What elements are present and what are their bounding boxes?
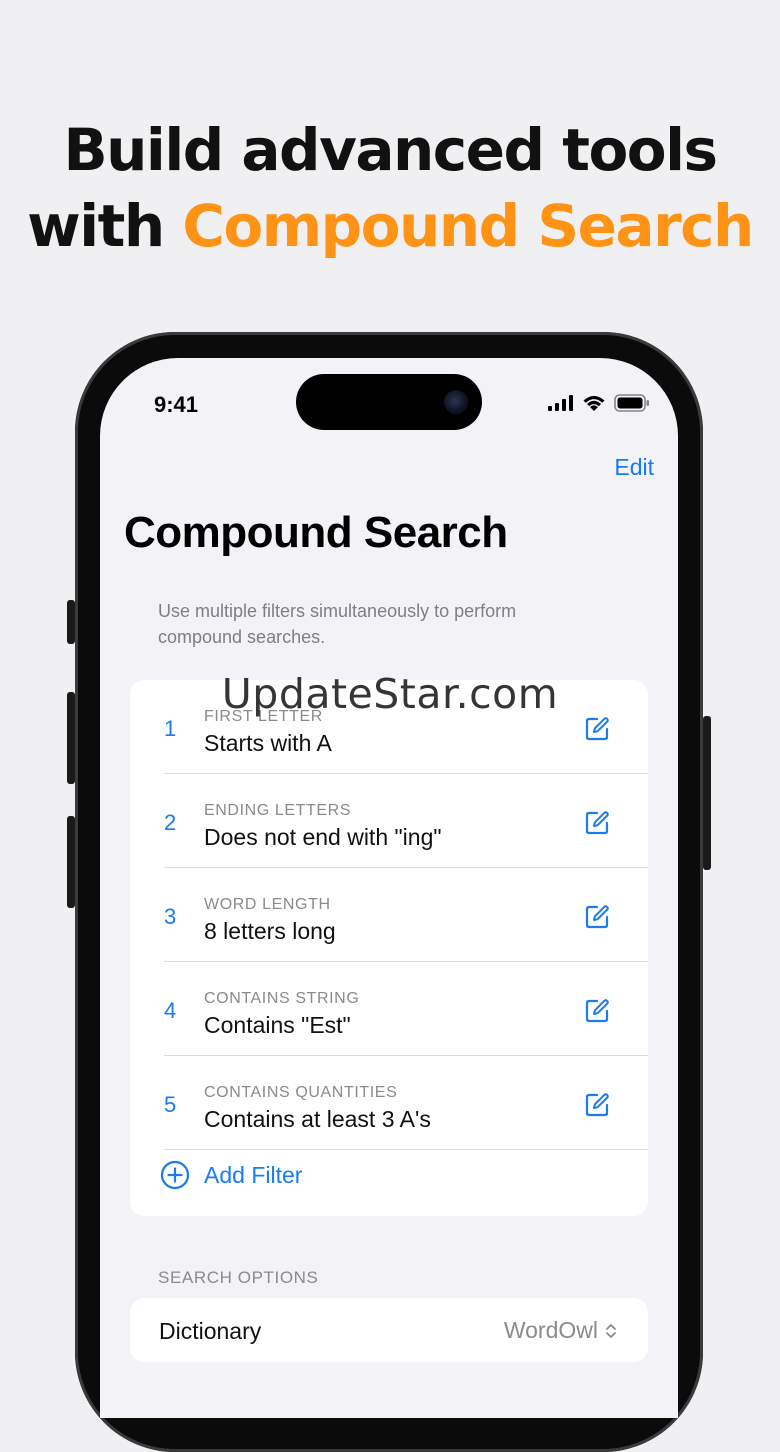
camera-icon (444, 390, 468, 414)
phone-screen: 9:41 Edit Compound Search Use multiple f… (100, 358, 678, 1418)
headline-line-1: Build advanced tools (63, 116, 718, 184)
marketing-headline: Build advanced tools with Compound Searc… (0, 112, 780, 264)
filter-value: Starts with A (204, 730, 332, 756)
filter-number: 3 (164, 904, 177, 929)
headline-accent: Compound Search (182, 192, 754, 260)
filter-label: CONTAINS QUANTITIES (204, 1084, 398, 1101)
page-description: Use multiple filters simultaneously to p… (158, 601, 517, 647)
headline-line-2: with Compound Search (0, 188, 780, 264)
filter-value: Contains "Est" (204, 1012, 351, 1038)
filter-value: 8 letters long (204, 918, 336, 944)
action-button (67, 600, 75, 644)
volume-down-button (67, 816, 75, 908)
filter-number: 4 (164, 998, 177, 1023)
filter-number: 5 (164, 1092, 177, 1117)
plus-circle-icon (160, 1160, 190, 1190)
wifi-icon (583, 396, 605, 411)
dynamic-island (296, 374, 482, 430)
search-options-header: SEARCH OPTIONS (158, 1268, 319, 1287)
filter-row[interactable]: 2 ENDING LETTERS Does not end with "ing" (130, 774, 648, 868)
edit-filter-icon[interactable] (584, 1092, 610, 1118)
add-filter-button[interactable]: Add Filter (160, 1160, 302, 1190)
headline-prefix: with (27, 192, 183, 260)
filter-label: CONTAINS STRING (204, 990, 360, 1007)
filter-row[interactable]: 3 WORD LENGTH 8 letters long (130, 868, 648, 962)
dictionary-picker[interactable]: WordOwl (504, 1317, 618, 1344)
filter-label: ENDING LETTERS (204, 802, 352, 819)
edit-button[interactable]: Edit (614, 454, 654, 481)
filter-row[interactable]: 4 CONTAINS STRING Contains "Est" (130, 962, 648, 1056)
row-divider (164, 1149, 648, 1150)
filters-card: 1 FIRST LETTER Starts with A 2 ENDING LE… (130, 680, 648, 1216)
chevron-up-down-icon (606, 1323, 616, 1338)
cellular-signal-icon (548, 395, 573, 411)
power-button (703, 716, 711, 870)
watermark-text: UpdateStar.com (221, 670, 559, 718)
edit-filter-icon[interactable] (584, 716, 610, 742)
edit-filter-icon[interactable] (584, 998, 610, 1024)
dictionary-value: WordOwl (503, 1317, 598, 1343)
filter-value: Contains at least 3 A's (204, 1106, 431, 1132)
filter-number: 1 (164, 716, 177, 741)
battery-icon (614, 394, 649, 412)
status-time: 9:41 (154, 392, 199, 417)
add-filter-label: Add Filter (204, 1161, 303, 1188)
filter-value: Does not end with "ing" (204, 824, 442, 850)
dictionary-row[interactable]: Dictionary WordOwl (130, 1298, 648, 1362)
edit-filter-icon[interactable] (584, 810, 610, 836)
filter-number: 2 (164, 810, 177, 835)
filter-row[interactable]: 5 CONTAINS QUANTITIES Contains at least … (130, 1056, 648, 1150)
edit-filter-icon[interactable] (584, 904, 610, 930)
page-title: Compound Search (124, 508, 508, 557)
status-icons (548, 394, 650, 412)
dictionary-label: Dictionary (159, 1318, 262, 1344)
filter-label: WORD LENGTH (204, 896, 331, 913)
